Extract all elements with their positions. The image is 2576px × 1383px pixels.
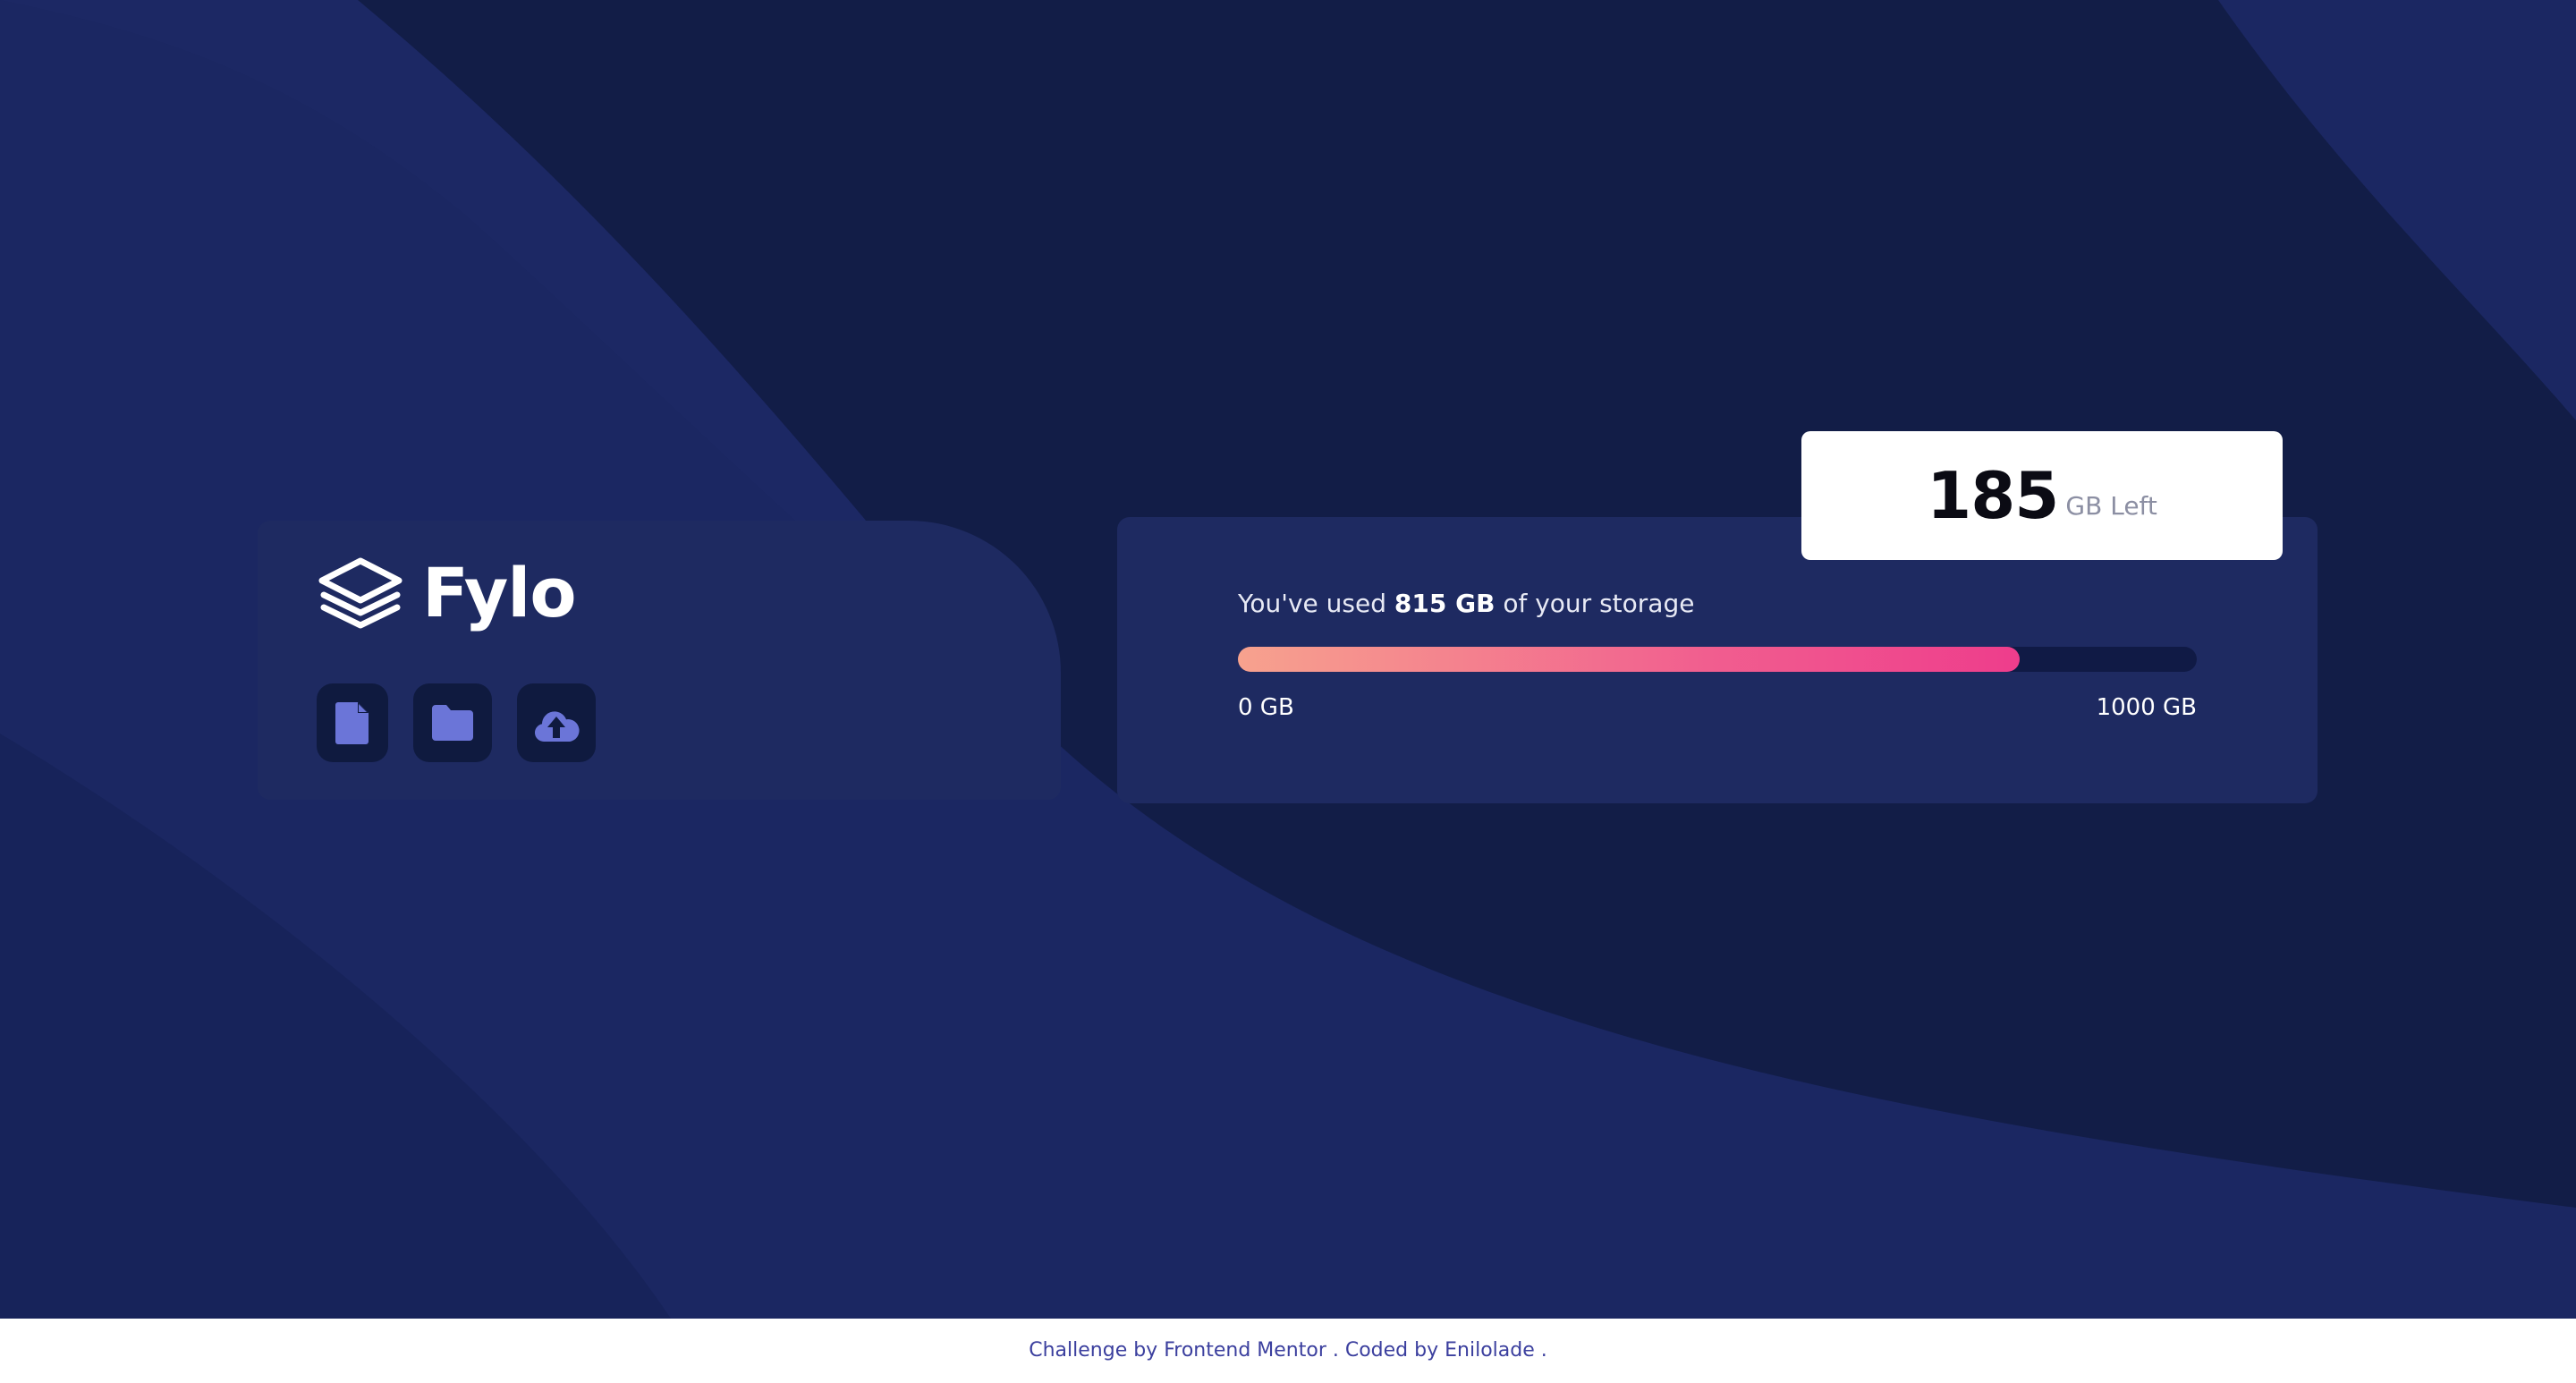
scale-max-label: 1000 GB [2096, 694, 2197, 721]
remaining-unit: GB Left [2065, 490, 2157, 521]
page-background: Fylo You've used 815 GB of your storage … [0, 0, 2576, 1319]
remaining-value: 185 [1927, 458, 2059, 533]
usage-text: You've used 815 GB of your storage [1238, 589, 1694, 618]
remaining-storage-box: 185 GB Left [1801, 431, 2283, 560]
frontend-mentor-link[interactable]: Frontend Mentor [1164, 1339, 1326, 1362]
footer-suffix: . [1534, 1339, 1547, 1362]
usage-suffix: of your storage [1495, 589, 1695, 618]
attribution-footer: Challenge by Frontend Mentor . Coded by … [0, 1319, 2576, 1383]
action-icons [317, 683, 596, 762]
footer-middle: . Coded by [1326, 1339, 1445, 1362]
brand-card: Fylo [258, 521, 1061, 800]
upload-icon [534, 711, 580, 742]
logo: Fylo [317, 553, 577, 632]
document-icon [335, 702, 369, 744]
folder-icon [432, 705, 473, 741]
scale-min-label: 0 GB [1238, 694, 1294, 721]
storage-progress-track [1238, 647, 2197, 672]
document-button[interactable] [317, 683, 388, 762]
upload-button[interactable] [517, 683, 596, 762]
layers-icon [318, 557, 402, 628]
usage-value: 815 GB [1394, 589, 1496, 618]
footer-prefix: Challenge by [1029, 1339, 1165, 1362]
usage-prefix: You've used [1238, 589, 1394, 618]
brand-name: Fylo [422, 553, 577, 632]
folder-button[interactable] [413, 683, 492, 762]
storage-progress-fill [1238, 647, 2020, 672]
storage-card: You've used 815 GB of your storage 0 GB … [1117, 517, 2318, 803]
author-link[interactable]: Enilolade [1445, 1339, 1535, 1362]
